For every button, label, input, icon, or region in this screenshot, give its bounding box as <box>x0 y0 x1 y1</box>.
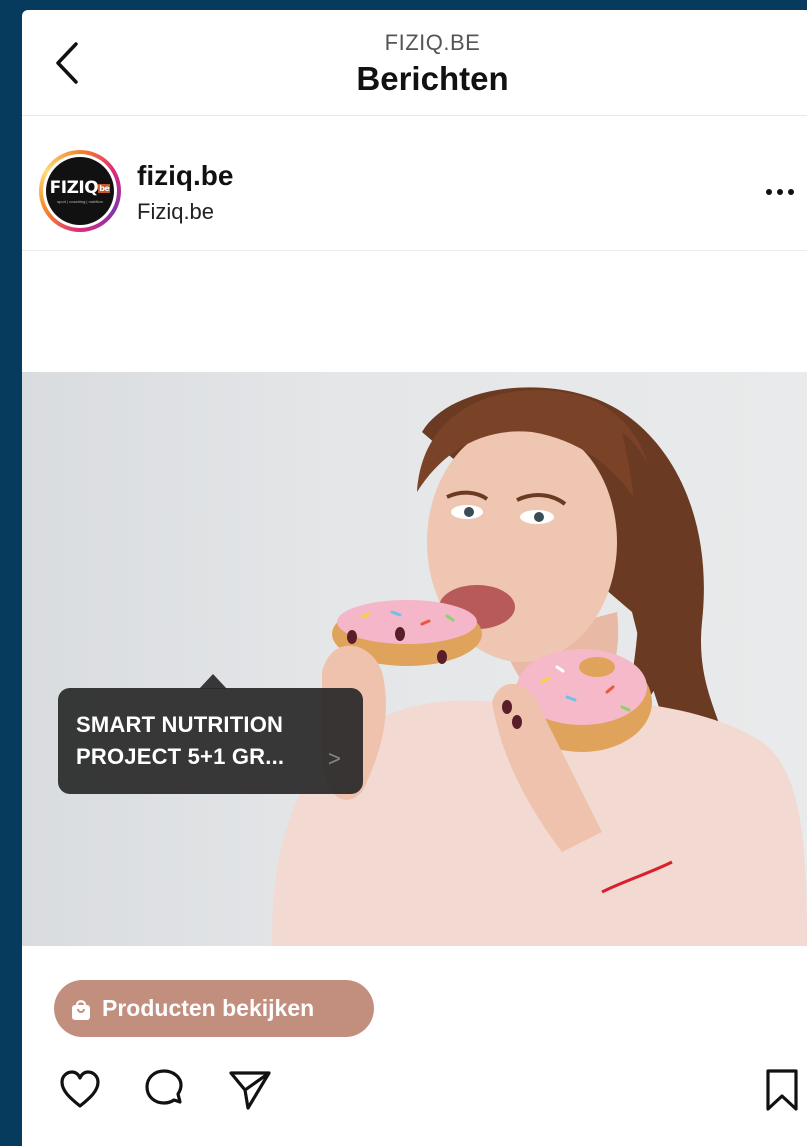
woman-eating-donuts-photo <box>272 387 807 946</box>
avatar-ring: FIZIQbe sport | coaching | nutrition <box>43 154 117 228</box>
more-dots-icon <box>766 189 772 195</box>
post-image[interactable] <box>22 372 807 946</box>
more-dots-icon <box>788 189 794 195</box>
avatar-logo: FIZIQbe sport | coaching | nutrition <box>46 157 114 225</box>
send-icon <box>229 1071 271 1110</box>
post-subname[interactable]: Fiziq.be <box>137 199 214 225</box>
save-button[interactable] <box>762 1068 806 1112</box>
share-button[interactable] <box>228 1068 272 1112</box>
more-dots-icon <box>777 189 783 195</box>
chevron-right-icon: > <box>328 746 341 771</box>
shopping-bag-icon <box>72 999 90 1020</box>
avatar[interactable]: FIZIQbe sport | coaching | nutrition <box>39 150 121 232</box>
like-button[interactable] <box>58 1068 102 1112</box>
avatar-logo-text: FIZIQbe <box>50 178 111 198</box>
post-header: FIZIQbe sport | coaching | nutrition fiz… <box>22 117 807 251</box>
more-options-button[interactable] <box>760 177 800 207</box>
product-tag-line1: SMART NUTRITION <box>76 712 284 737</box>
post-username[interactable]: fiziq.be <box>137 160 233 192</box>
avatar-tagline: sport | coaching | nutrition <box>57 199 103 204</box>
avatar-logo-suffix: be <box>98 183 111 193</box>
view-products-label: Producten bekijken <box>102 995 315 1021</box>
product-tag[interactable]: SMART NUTRITION PROJECT 5+1 GR... > <box>58 688 363 794</box>
heart-icon <box>60 1070 100 1108</box>
comment-button[interactable] <box>142 1068 186 1112</box>
view-products-button[interactable]: Producten bekijken <box>54 980 374 1037</box>
product-tag-pointer <box>199 674 227 689</box>
app-screen: FIZIQ.BE Berichten FIZIQbe sport | coach… <box>22 10 807 1146</box>
avatar-logo-word: FIZIQ <box>49 178 99 198</box>
product-tag-line2: PROJECT 5+1 GR... <box>76 744 285 769</box>
bookmark-icon <box>766 1069 798 1111</box>
comment-icon <box>145 1069 183 1105</box>
top-bar: FIZIQ.BE Berichten <box>22 10 807 116</box>
header-subtitle: FIZIQ.BE <box>384 30 481 55</box>
page-title: Berichten <box>356 60 509 97</box>
